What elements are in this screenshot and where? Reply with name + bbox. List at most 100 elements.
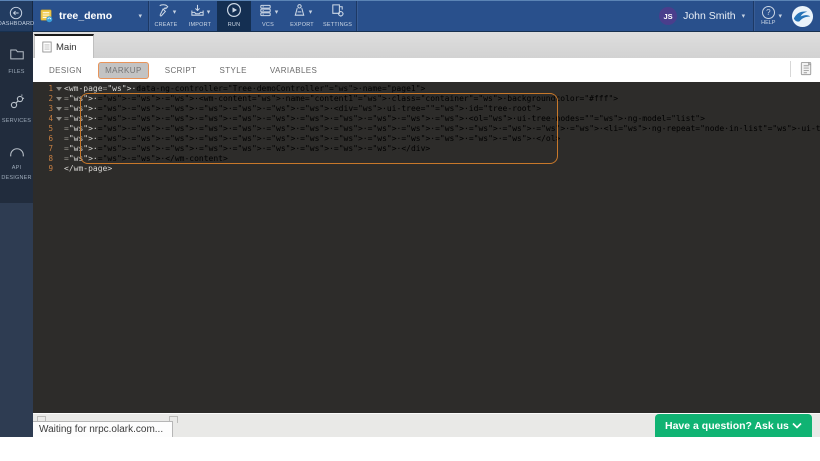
toolbar-button-label: CREATE bbox=[154, 22, 177, 28]
toolbar: ▾CREATE▾IMPORTRUN▾VCS▾EXPORTSETTINGS bbox=[149, 1, 356, 31]
project-selector[interactable]: tree_demo ▾ bbox=[33, 1, 148, 31]
subtab-design[interactable]: DESIGN bbox=[42, 62, 89, 79]
status-text: Waiting for nrpc.olark.com... bbox=[39, 424, 163, 435]
folder-icon bbox=[9, 47, 25, 66]
toolbar-button-label: IMPORT bbox=[189, 22, 212, 28]
toolbar-button-label: EXPORT bbox=[290, 22, 314, 28]
page-tab-strip: Main bbox=[33, 32, 820, 58]
code-text: ="ws">· bbox=[64, 114, 98, 124]
dashboard-label: DASHBOARD bbox=[0, 21, 34, 27]
export-icon bbox=[292, 3, 307, 23]
code-line[interactable]: 2="ws">·="ws">·="ws">·="ws">·<wm-content… bbox=[33, 94, 820, 104]
fold-marker bbox=[53, 164, 64, 174]
code-text: ="ws">· bbox=[64, 154, 98, 164]
code-line[interactable]: 9 </wm-page> bbox=[33, 164, 820, 174]
format-document-icon[interactable] bbox=[799, 61, 814, 77]
code-line[interactable]: 6="ws">·="ws">·="ws">·="ws">·="ws">·="ws… bbox=[33, 134, 820, 144]
link-icon bbox=[9, 94, 25, 115]
code-line[interactable]: 8="ws">·="ws">·="ws">·</wm-content> bbox=[33, 154, 820, 164]
toolbar-button-vcs[interactable]: ▾VCS bbox=[251, 1, 285, 31]
tab-main-label: Main bbox=[56, 42, 77, 53]
line-number: 5 bbox=[33, 124, 53, 134]
toolbar-button-label: VCS bbox=[262, 22, 274, 28]
back-circle-icon bbox=[9, 6, 23, 20]
toolbar-button-create[interactable]: ▾ CREATE bbox=[149, 1, 183, 31]
subtab-style[interactable]: STYLE bbox=[212, 62, 253, 79]
help-label: HELP bbox=[761, 20, 775, 26]
chevron-down-icon: ▾ bbox=[207, 9, 211, 16]
chevron-down-icon: ▾ bbox=[138, 13, 142, 20]
run-icon bbox=[226, 2, 242, 23]
chat-widget-button[interactable]: Have a question? Ask us bbox=[655, 414, 812, 437]
hammer-icon bbox=[156, 3, 171, 23]
code-text: ="ws">· bbox=[64, 94, 98, 104]
avatar: JS bbox=[659, 7, 677, 25]
vcs-icon bbox=[258, 3, 273, 23]
code-text: ="ws">· bbox=[64, 134, 98, 144]
subtab-markup[interactable]: MARKUP bbox=[98, 62, 149, 79]
line-number: 2 bbox=[33, 94, 53, 104]
code-text: ="ws">· bbox=[64, 104, 98, 114]
code-line[interactable]: 3="ws">·="ws">·="ws">·="ws">·="ws">·="ws… bbox=[33, 104, 820, 114]
toolbar-button-run[interactable]: RUN bbox=[217, 1, 251, 31]
fold-marker[interactable] bbox=[53, 104, 64, 114]
code-line[interactable]: 4="ws">·="ws">·="ws">·="ws">·="ws">·="ws… bbox=[33, 114, 820, 124]
fold-marker[interactable] bbox=[53, 84, 64, 94]
line-number: 1 bbox=[33, 84, 53, 94]
footer-bar: Waiting for nrpc.olark.com... Have a que… bbox=[33, 413, 820, 437]
sidebar-item-files[interactable]: FILES bbox=[0, 40, 33, 83]
fold-marker bbox=[53, 154, 64, 164]
code-line[interactable]: 1<wm-page="ws">·data-ng-controller="Tree… bbox=[33, 84, 820, 94]
fold-marker bbox=[53, 144, 64, 154]
line-number: 3 bbox=[33, 104, 53, 114]
fold-marker bbox=[53, 124, 64, 134]
toolbar-button-label: RUN bbox=[228, 22, 241, 28]
fold-marker[interactable] bbox=[53, 114, 64, 124]
code-text: </wm-page> bbox=[64, 164, 112, 174]
code-line[interactable]: 5="ws">·="ws">·="ws">·="ws">·="ws">·="ws… bbox=[33, 124, 820, 134]
sidebar-item-services[interactable]: SERVICES bbox=[0, 87, 33, 132]
toolbar-button-label: SETTINGS bbox=[323, 22, 352, 28]
markup-code-editor[interactable]: 1<wm-page="ws">·data-ng-controller="Tree… bbox=[33, 82, 820, 413]
code-text: ="ws">· bbox=[64, 144, 98, 154]
help-icon: ? bbox=[762, 6, 775, 19]
chevron-down-icon: ▾ bbox=[309, 9, 313, 16]
tab-main[interactable]: Main bbox=[34, 34, 94, 58]
user-menu[interactable]: JS John Smith ▾ bbox=[651, 1, 753, 31]
line-number: 6 bbox=[33, 134, 53, 144]
toolbar-button-export[interactable]: ▾ EXPORT bbox=[285, 1, 319, 31]
project-icon bbox=[39, 9, 54, 23]
line-number: 4 bbox=[33, 114, 53, 124]
subtab-variables[interactable]: VARIABLES bbox=[263, 62, 324, 79]
subtab-separator bbox=[790, 61, 791, 77]
toolbar-button-settings[interactable]: SETTINGS bbox=[319, 1, 356, 31]
sidebar-item-label: API bbox=[12, 164, 21, 172]
page-icon bbox=[42, 41, 52, 53]
line-number: 9 bbox=[33, 164, 53, 174]
settings-icon bbox=[330, 3, 345, 23]
chevron-down-icon: ▾ bbox=[778, 13, 782, 20]
toolbar-button-import[interactable]: ▾ IMPORT bbox=[183, 1, 217, 31]
sidebar-item-api-designer[interactable]: APIDESIGNER bbox=[0, 137, 33, 190]
project-name: tree_demo bbox=[59, 10, 112, 22]
fold-marker bbox=[53, 134, 64, 144]
topbar-spacer bbox=[357, 1, 651, 31]
code-line[interactable]: 7="ws">·="ws">·="ws">·="ws">·="ws">·="ws… bbox=[33, 144, 820, 154]
subtab-script[interactable]: SCRIPT bbox=[158, 62, 204, 79]
chat-label: Have a question? Ask us bbox=[665, 420, 792, 432]
dashboard-button[interactable]: DASHBOARD bbox=[0, 1, 33, 31]
help-menu[interactable]: ? HELP ▾ bbox=[754, 1, 789, 31]
arc-icon bbox=[8, 144, 26, 162]
topbar: DASHBOARD tree_demo ▾ ▾ CREATE ▾ IMPORT RUN ▾… bbox=[0, 0, 820, 32]
editor-mode-tabs: DESIGN MARKUP SCRIPT STYLE VARIABLES bbox=[33, 58, 820, 82]
code-lines: 1<wm-page="ws">·data-ng-controller="Tree… bbox=[33, 84, 820, 174]
left-sidebar: FILES SERVICES APIDESIGNER bbox=[0, 32, 33, 437]
line-number: 7 bbox=[33, 144, 53, 154]
chevron-down-icon: ▾ bbox=[275, 9, 279, 16]
wavemaker-logo-icon bbox=[791, 5, 814, 28]
chevron-down-icon: ▾ bbox=[742, 13, 746, 20]
sidebar-item-label: SERVICES bbox=[2, 117, 31, 125]
brand-logo bbox=[789, 1, 820, 31]
fold-marker[interactable] bbox=[53, 94, 64, 104]
chevron-down-icon: ▾ bbox=[173, 9, 177, 16]
